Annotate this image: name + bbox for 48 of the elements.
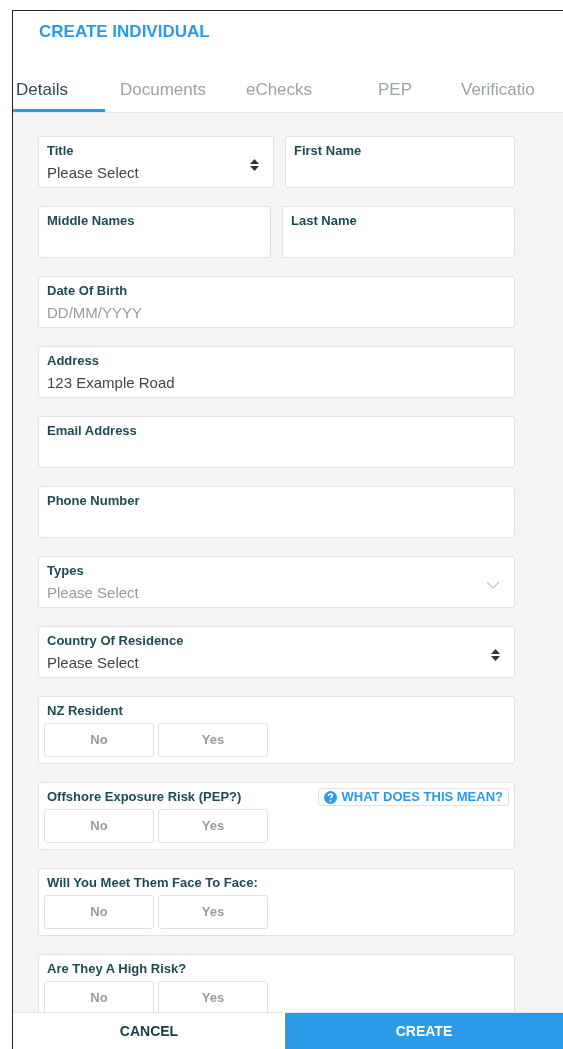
field-label: Types: [47, 563, 85, 579]
field-label: Will You Meet Them Face To Face:: [47, 875, 258, 891]
tab[interactable]: PEP: [337, 71, 453, 112]
option-button[interactable]: Yes: [158, 809, 268, 843]
text-field[interactable]: Phone Number: [38, 486, 515, 538]
select-placeholder: Please Select: [47, 583, 140, 603]
option-button[interactable]: Yes: [158, 981, 268, 1012]
select-value: Please Select: [47, 163, 140, 183]
option-button[interactable]: No: [44, 809, 154, 843]
field-label: Title: [47, 143, 75, 159]
text-field[interactable]: Address 123 Example Road: [38, 346, 515, 398]
field-label: Email Address: [47, 423, 138, 439]
tab[interactable]: Documents: [105, 71, 221, 112]
field-label: Are They A High Risk?: [47, 961, 187, 977]
select-field[interactable]: Country Of Residence Please Select: [38, 626, 515, 678]
option-button[interactable]: No: [44, 981, 154, 1012]
select-field[interactable]: Title Please Select: [38, 136, 274, 188]
field-label: Offshore Exposure Risk (PEP?): [47, 789, 242, 805]
field-label: Phone Number: [47, 493, 141, 509]
option-button[interactable]: Yes: [158, 895, 268, 929]
option-button[interactable]: No: [44, 895, 154, 929]
field-label: Middle Names: [47, 213, 136, 229]
sort-icon: [250, 159, 259, 171]
field-label: Country Of Residence: [47, 633, 185, 649]
text-field[interactable]: Last Name: [282, 206, 515, 258]
text-field[interactable]: Date Of Birth DD/MM/YYYY: [38, 276, 515, 328]
field-value: 123 Example Road: [47, 373, 176, 393]
field-label: Address: [47, 353, 101, 369]
field-label: NZ Resident: [47, 703, 123, 719]
field-label: Date Of Birth: [47, 283, 129, 299]
help-link[interactable]: WHAT DOES THIS MEAN?: [318, 788, 509, 806]
text-field[interactable]: Middle Names: [38, 206, 271, 258]
tab[interactable]: Verificatio: [453, 71, 535, 112]
option-button[interactable]: No: [44, 723, 154, 757]
option-button[interactable]: Yes: [158, 723, 268, 757]
field-label: First Name: [294, 143, 363, 159]
create-button[interactable]: CREATE: [285, 1013, 563, 1049]
sort-icon: [491, 649, 500, 661]
select-value: Please Select: [47, 653, 140, 673]
select-field[interactable]: Types Please Select: [38, 556, 515, 608]
field-placeholder: DD/MM/YYYY: [47, 303, 143, 323]
text-field[interactable]: First Name: [285, 136, 515, 188]
field-label: Last Name: [291, 213, 358, 229]
page-title: CREATE INDIVIDUAL: [39, 22, 210, 41]
text-field[interactable]: Email Address: [38, 416, 515, 468]
tab[interactable]: eChecks: [221, 71, 337, 112]
help-icon: [324, 790, 338, 804]
chevron-down-icon: [486, 581, 500, 589]
